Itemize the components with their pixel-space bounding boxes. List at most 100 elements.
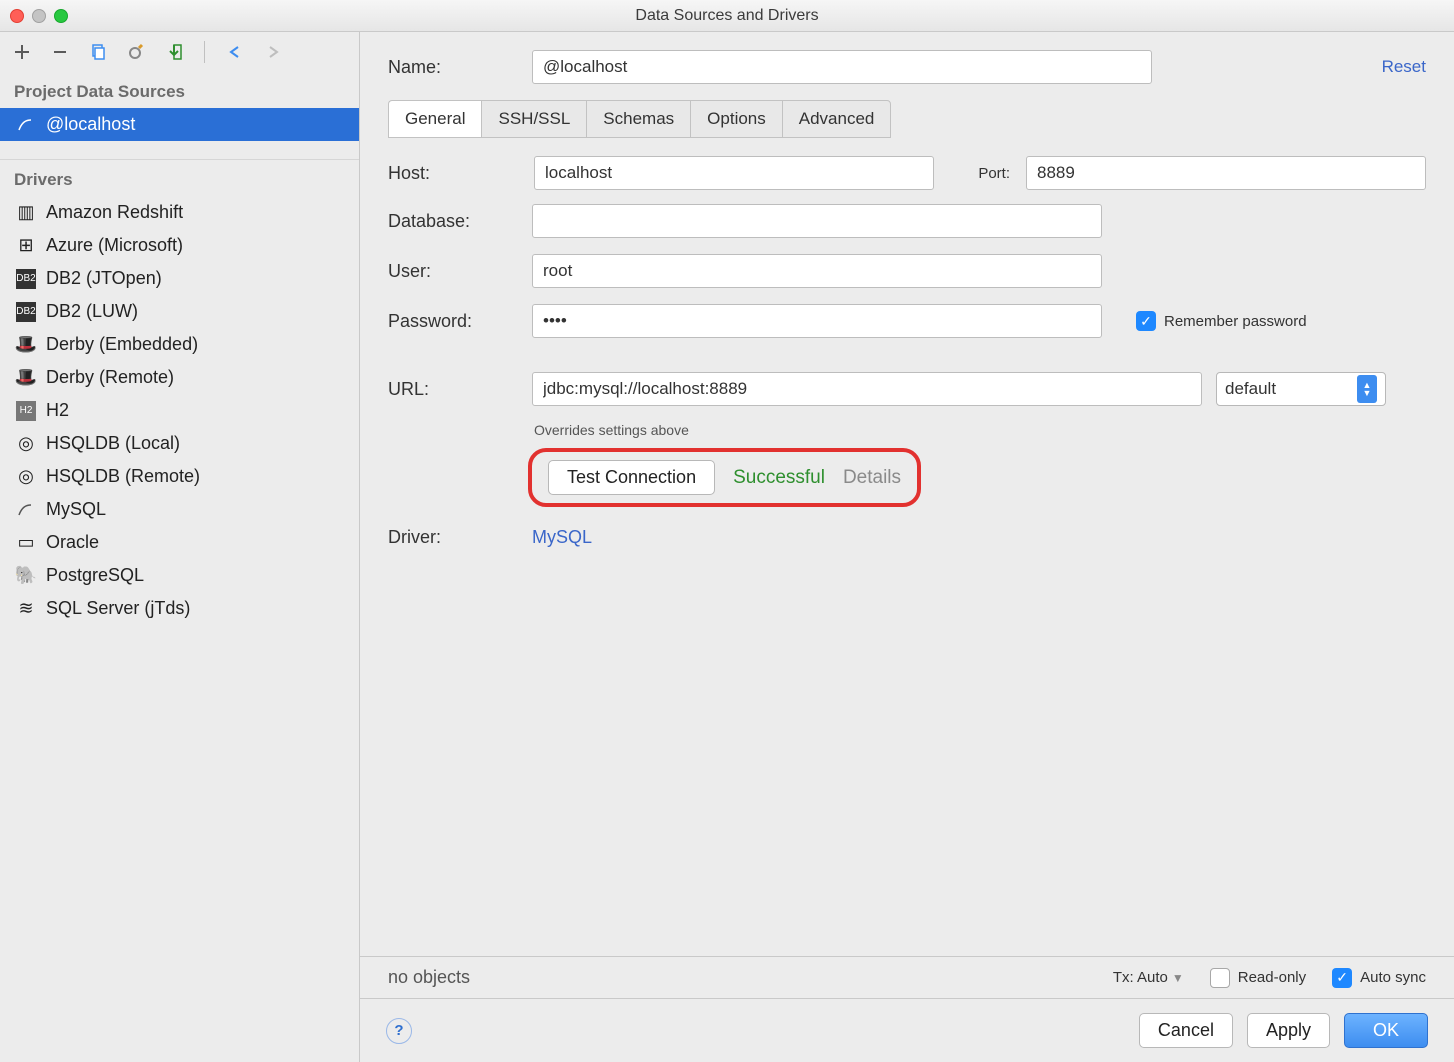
h2-icon: H2 bbox=[16, 401, 36, 421]
sidebar-toolbar bbox=[0, 32, 359, 72]
driver-label: Driver: bbox=[388, 527, 518, 548]
db2-icon: DB2 bbox=[16, 302, 36, 322]
undo-icon[interactable] bbox=[223, 40, 247, 64]
azure-icon: ⊞ bbox=[16, 236, 36, 256]
database-input[interactable] bbox=[532, 204, 1102, 238]
driver-derby-embedded[interactable]: 🎩Derby (Embedded) bbox=[0, 328, 359, 361]
url-mode-value: default bbox=[1225, 379, 1276, 399]
driver-label: Derby (Remote) bbox=[46, 367, 174, 388]
driver-label: DB2 (LUW) bbox=[46, 301, 138, 322]
drivers-header: Drivers bbox=[0, 160, 359, 196]
driver-label: DB2 (JTOpen) bbox=[46, 268, 162, 289]
add-icon[interactable] bbox=[10, 40, 34, 64]
tabs: General SSH/SSL Schemas Options Advanced bbox=[388, 100, 1426, 138]
project-data-sources-header: Project Data Sources bbox=[0, 72, 359, 108]
test-connection-group: Test Connection Successful Details bbox=[528, 448, 921, 507]
driver-label: SQL Server (jTds) bbox=[46, 598, 190, 619]
driver-azure[interactable]: ⊞ Azure (Microsoft) bbox=[0, 229, 359, 262]
sidebar: Project Data Sources @localhost Drivers … bbox=[0, 32, 360, 1062]
test-details-link[interactable]: Details bbox=[843, 467, 901, 489]
test-connection-button[interactable]: Test Connection bbox=[548, 460, 715, 495]
driver-label: MySQL bbox=[46, 499, 106, 520]
name-label: Name: bbox=[388, 57, 518, 78]
driver-link[interactable]: MySQL bbox=[532, 527, 592, 548]
driver-mysql[interactable]: MySQL bbox=[0, 493, 359, 526]
remember-password-label: Remember password bbox=[1164, 313, 1307, 330]
password-label: Password: bbox=[388, 311, 518, 332]
derby-icon: 🎩 bbox=[16, 368, 36, 388]
redo-icon[interactable] bbox=[261, 40, 285, 64]
mysql-icon bbox=[16, 500, 36, 520]
driver-label: PostgreSQL bbox=[46, 565, 144, 586]
url-override-note: Overrides settings above bbox=[534, 422, 1426, 438]
autosync-checkbox[interactable]: ✓ bbox=[1332, 968, 1352, 988]
autosync-label: Auto sync bbox=[1360, 969, 1426, 986]
copy-icon[interactable] bbox=[86, 40, 110, 64]
data-source-item[interactable]: @localhost bbox=[0, 108, 359, 141]
hsqldb-icon: ◎ bbox=[16, 467, 36, 487]
toolbar-separator bbox=[204, 41, 205, 63]
main-panel: Name: Reset General SSH/SSL Schemas Opti… bbox=[360, 32, 1454, 1062]
user-label: User: bbox=[388, 261, 518, 282]
footer: ? Cancel Apply OK bbox=[360, 998, 1454, 1062]
url-label: URL: bbox=[388, 379, 518, 400]
tab-ssh-ssl[interactable]: SSH/SSL bbox=[481, 100, 586, 138]
remove-icon[interactable] bbox=[48, 40, 72, 64]
titlebar: Data Sources and Drivers bbox=[0, 0, 1454, 32]
cancel-button[interactable]: Cancel bbox=[1139, 1013, 1233, 1048]
host-label: Host: bbox=[388, 163, 518, 184]
port-input[interactable] bbox=[1026, 156, 1426, 190]
database-label: Database: bbox=[388, 211, 518, 232]
driver-db2-jtopen[interactable]: DB2 DB2 (JTOpen) bbox=[0, 262, 359, 295]
mysql-icon bbox=[16, 115, 36, 135]
driver-derby-remote[interactable]: 🎩 Derby (Remote) bbox=[0, 361, 359, 394]
dropdown-caret-icon: ▲▼ bbox=[1357, 375, 1377, 403]
ok-button[interactable]: OK bbox=[1344, 1013, 1428, 1048]
name-input[interactable] bbox=[532, 50, 1152, 84]
tab-options[interactable]: Options bbox=[690, 100, 782, 138]
url-mode-select[interactable]: default ▲▼ bbox=[1216, 372, 1386, 406]
derby-icon: 🎩 bbox=[16, 335, 36, 355]
host-input[interactable] bbox=[534, 156, 934, 190]
oracle-icon: ▭ bbox=[16, 533, 36, 553]
redshift-icon: ▥ bbox=[16, 203, 36, 223]
driver-hsqldb-local[interactable]: ◎ HSQLDB (Local) bbox=[0, 427, 359, 460]
driver-postgresql[interactable]: 🐘 PostgreSQL bbox=[0, 559, 359, 592]
driver-h2[interactable]: H2 H2 bbox=[0, 394, 359, 427]
import-icon[interactable] bbox=[162, 40, 186, 64]
driver-amazon-redshift[interactable]: ▥ Amazon Redshift bbox=[0, 196, 359, 229]
settings-icon[interactable] bbox=[124, 40, 148, 64]
user-input[interactable] bbox=[532, 254, 1102, 288]
driver-hsqldb-remote[interactable]: ◎ HSQLDB (Remote) bbox=[0, 460, 359, 493]
password-input[interactable] bbox=[532, 304, 1102, 338]
driver-label: Oracle bbox=[46, 532, 99, 553]
db2-icon: DB2 bbox=[16, 269, 36, 289]
driver-label: HSQLDB (Local) bbox=[46, 433, 180, 454]
tab-schemas[interactable]: Schemas bbox=[586, 100, 690, 138]
tab-general[interactable]: General bbox=[388, 100, 481, 138]
objects-status: no objects bbox=[388, 967, 470, 988]
dropdown-icon[interactable]: ▼ bbox=[1172, 971, 1184, 985]
url-input[interactable] bbox=[532, 372, 1202, 406]
port-label: Port: bbox=[950, 165, 1010, 182]
status-bar: no objects Tx: Auto▼ Read-only ✓ Auto sy… bbox=[360, 956, 1454, 998]
driver-label: Amazon Redshift bbox=[46, 202, 183, 223]
hsqldb-icon: ◎ bbox=[16, 434, 36, 454]
help-icon[interactable]: ? bbox=[386, 1018, 412, 1044]
readonly-checkbox[interactable] bbox=[1210, 968, 1230, 988]
drivers-list: ▥Amazon Redshift ⊞Azure (Microsoft) DB2D… bbox=[0, 196, 359, 625]
sqlserver-icon: ≋ bbox=[16, 599, 36, 619]
postgresql-icon: 🐘 bbox=[16, 566, 36, 586]
readonly-label: Read-only bbox=[1238, 969, 1306, 986]
driver-oracle[interactable]: ▭ Oracle bbox=[0, 526, 359, 559]
tab-advanced[interactable]: Advanced bbox=[782, 100, 892, 138]
driver-label: HSQLDB (Remote) bbox=[46, 466, 200, 487]
driver-db2-luw[interactable]: DB2 DB2 (LUW) bbox=[0, 295, 359, 328]
driver-sqlserver-jtds[interactable]: ≋ SQL Server (jTds) bbox=[0, 592, 359, 625]
driver-label: H2 bbox=[46, 400, 69, 421]
remember-password-checkbox[interactable]: ✓ bbox=[1136, 311, 1156, 331]
tx-label: Tx: Auto▼ bbox=[1113, 969, 1184, 986]
reset-link[interactable]: Reset bbox=[1382, 57, 1426, 77]
driver-label: Azure (Microsoft) bbox=[46, 235, 183, 256]
apply-button[interactable]: Apply bbox=[1247, 1013, 1330, 1048]
